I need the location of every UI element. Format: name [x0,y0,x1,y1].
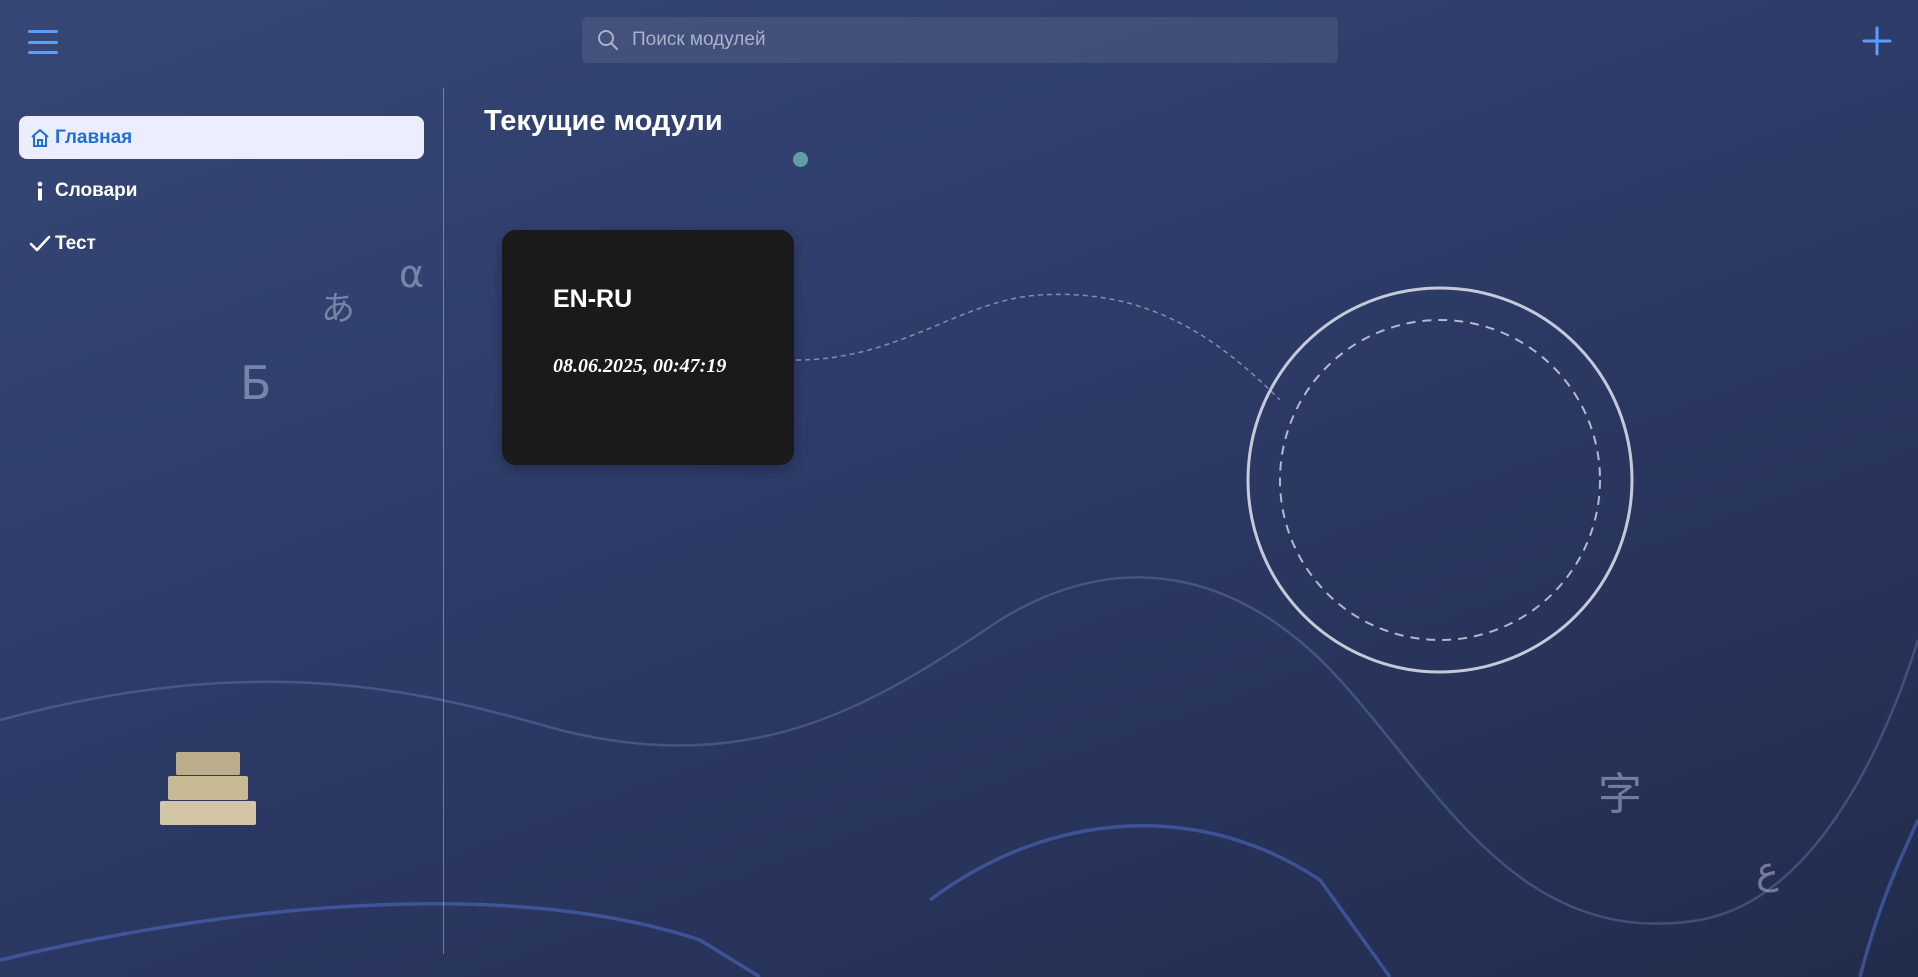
hamburger-menu-icon[interactable] [26,28,60,56]
decor-glyph-cyrillic: Б [240,356,272,410]
decor-glyph-arabic: ع [1756,848,1779,892]
decor-glyph-kanji: 字 [1598,769,1642,820]
sidebar-item-dictionaries[interactable]: Словари [19,169,424,212]
book-stack-icon [160,752,256,825]
info-icon [29,180,51,202]
sidebar-item-label: Главная [55,126,133,148]
search-icon [598,30,618,50]
sidebar-item-home[interactable]: Главная [19,116,424,159]
add-module-icon[interactable] [1861,25,1893,57]
page-title: Текущие модули [484,105,723,137]
module-name: EN-RU [553,285,633,313]
decor-glyph-alpha: α [399,252,425,296]
check-icon [29,233,51,255]
sidebar-item-label: Словари [55,179,138,201]
module-card[interactable]: EN-RU 08.06.2025, 00:47:19 [502,230,794,465]
search-input[interactable] [632,17,1338,63]
decor-dot [793,152,808,167]
sidebar-item-label: Тест [55,232,96,254]
home-icon [29,127,51,149]
module-date: 08.06.2025, 00:47:19 [553,355,727,377]
search-bar[interactable] [582,17,1338,63]
sidebar-item-test[interactable]: Тест [19,222,424,265]
decor-glyph-hiragana: あ [321,289,355,329]
sidebar-divider [443,88,444,954]
